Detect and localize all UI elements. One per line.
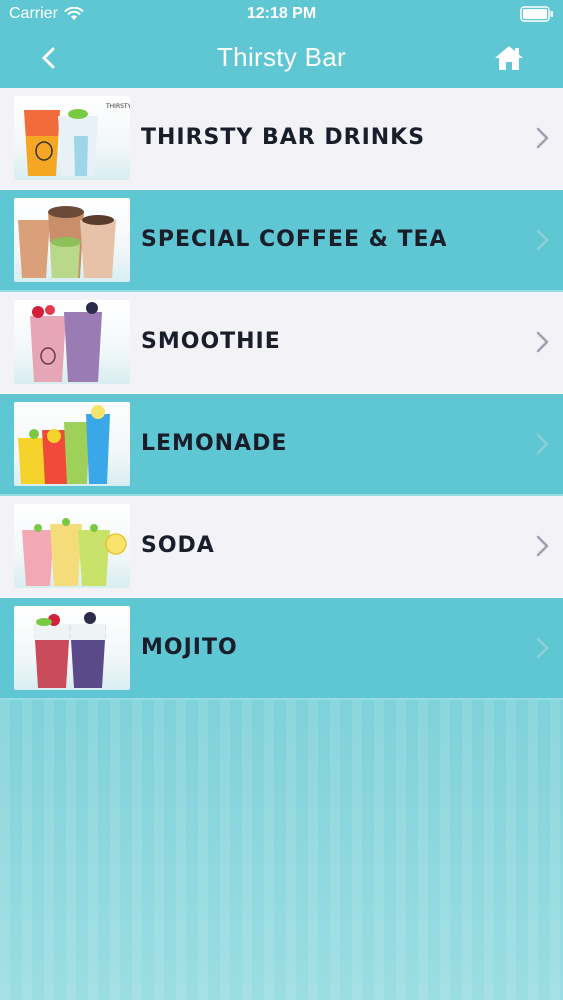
home-button[interactable] [491,40,527,76]
list-item-label: MOJITO [141,635,238,660]
category-thumbnail [14,300,130,384]
svg-text:THIRSTY: THIRSTY [105,103,130,110]
status-bar: Carrier 12:18 PM [0,0,563,30]
chevron-right-icon [536,433,549,455]
category-thumbnail [14,198,130,282]
chevron-right-icon [536,637,549,659]
battery-icon [520,6,553,22]
list-item-soda[interactable]: SODA [0,496,563,598]
list-item-label: LEMONADE [141,431,288,456]
list-item-smoothie[interactable]: SMOOTHIE [0,292,563,394]
drink-category-list: THIRSTY THIRSTY BAR DRINKS SPECIAL COFFE… [0,88,563,700]
category-thumbnail [14,504,130,588]
page-title: Thirsty Bar [217,42,346,72]
chevron-right-icon [536,331,549,353]
navigation-bar: Thirsty Bar [0,30,563,88]
chevron-right-icon [536,229,549,251]
category-thumbnail: THIRSTY [14,96,130,180]
home-icon [495,46,523,70]
list-item-mojito[interactable]: MOJITO [0,598,563,700]
list-item-label: THIRSTY BAR DRINKS [141,125,426,150]
chevron-right-icon [536,535,549,557]
list-item-lemonade[interactable]: LEMONADE [0,394,563,496]
chevron-right-icon [536,127,549,149]
category-thumbnail [14,402,130,486]
list-item-special-coffee-tea[interactable]: SPECIAL COFFEE & TEA [0,190,563,292]
status-time: 12:18 PM [246,5,317,22]
list-item-thirsty-bar-drinks[interactable]: THIRSTY THIRSTY BAR DRINKS [0,88,563,190]
background-pattern [0,700,563,1000]
category-thumbnail [14,606,130,690]
list-item-label: SPECIAL COFFEE & TEA [141,227,448,252]
list-item-label: SMOOTHIE [141,329,281,354]
list-item-label: SODA [141,533,215,558]
